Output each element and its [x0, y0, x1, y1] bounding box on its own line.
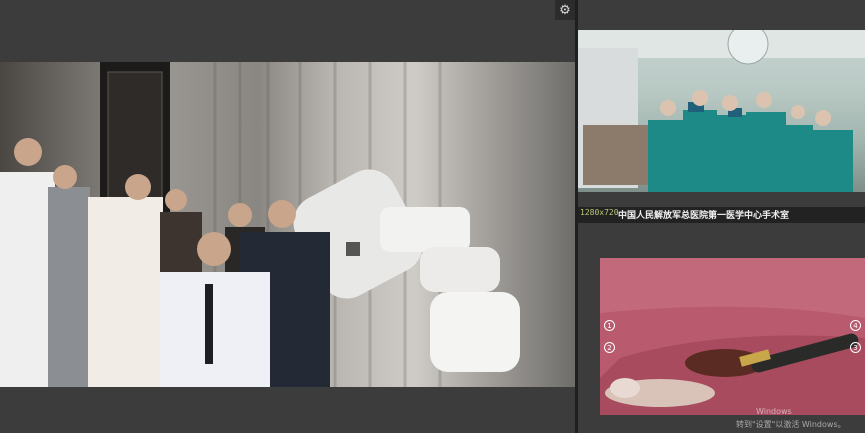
settings-button[interactable]: ⚙	[555, 0, 575, 20]
gear-icon: ⚙	[559, 2, 571, 18]
side-video-panel: 1280x720 中国人民解放军总医院第一医学中心手术室 1 2 4 3 Win…	[578, 0, 865, 433]
operating-room-feed	[578, 30, 865, 192]
marker-1: 1	[604, 320, 615, 331]
main-video-feed	[0, 62, 575, 387]
activation-watermark-title: Windows	[756, 407, 792, 416]
activation-watermark-text: 转到"设置"以激活 Windows。	[736, 420, 846, 429]
main-video-pane: ⚙	[0, 0, 575, 433]
meeting-room-scene	[0, 62, 520, 387]
operating-room-scene	[578, 30, 865, 192]
video-caption-bar: 1280x720 中国人民解放军总医院第一医学中心手术室	[578, 207, 865, 223]
marker-3: 3	[850, 342, 861, 353]
marker-4: 4	[850, 320, 861, 331]
resolution-label: 1280x720	[580, 208, 619, 217]
surgical-field-scene	[600, 258, 865, 415]
endoscope-feed: 1 2 4 3	[600, 258, 865, 415]
location-caption: 中国人民解放军总医院第一医学中心手术室	[618, 211, 790, 221]
marker-2: 2	[604, 342, 615, 353]
